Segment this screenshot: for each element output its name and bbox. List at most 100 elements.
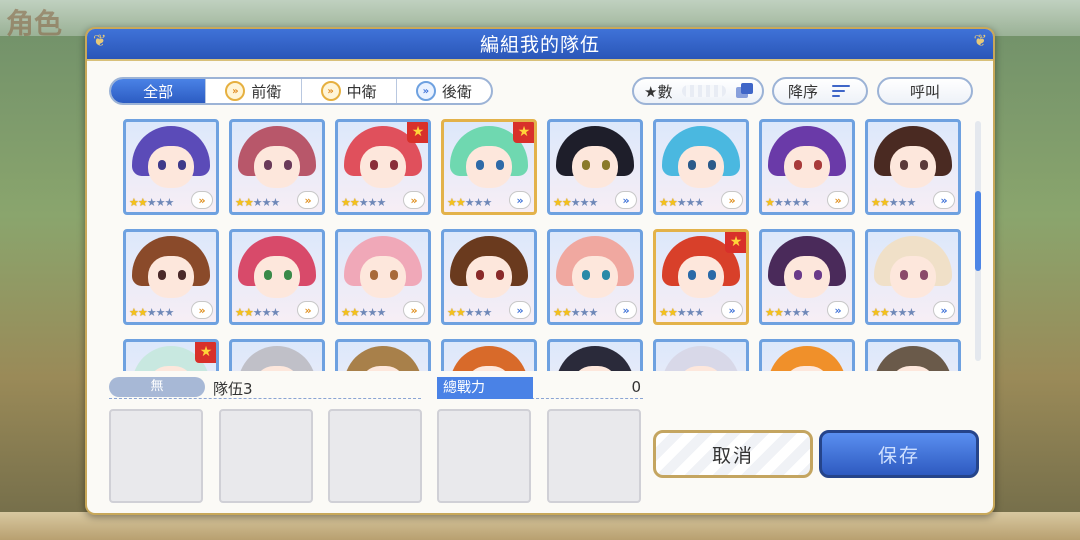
star-icon: ★ <box>553 196 563 209</box>
character-card[interactable]: ★★★★★» <box>335 339 431 371</box>
star-rating: ★★★★★ <box>341 196 386 209</box>
chevron-orange-icon: » <box>320 81 341 101</box>
sort-by-stars-button[interactable]: ★數 <box>632 77 764 105</box>
star-icon: ★ <box>659 306 669 319</box>
call-button[interactable]: 呼叫 <box>877 77 973 105</box>
rank-star-icon: ★ <box>725 232 746 253</box>
star-icon: ★ <box>782 306 793 319</box>
character-card[interactable]: ★★★★★» <box>653 119 749 215</box>
star-icon: ★ <box>358 196 369 209</box>
star-rating: ★★★★★ <box>553 306 598 319</box>
character-card[interactable]: ★★★★★» <box>123 229 219 325</box>
star-icon: ★ <box>871 196 881 209</box>
corner-ornament-icon: ❦ <box>93 31 107 50</box>
character-face <box>254 146 300 188</box>
character-eye <box>920 270 928 280</box>
character-list: ★★★★★» ★★★★★» ★★★★★» ★ ★★★★★» ★ ★★★★★» ★★★★★» ★★… <box>93 115 987 371</box>
star-rating: ★★★★★ <box>765 196 810 209</box>
character-eye <box>814 160 822 170</box>
character-card[interactable]: ★★★★★» <box>653 339 749 371</box>
sort-order-button[interactable]: 降序 <box>772 77 868 105</box>
tab-all[interactable]: 全部 <box>111 79 207 103</box>
character-card[interactable]: ★★★★★» <box>865 339 961 371</box>
chevron-orange-icon: » <box>827 191 849 209</box>
character-card[interactable]: ★★★★★» <box>547 229 643 325</box>
save-button[interactable]: 保存 <box>819 430 979 478</box>
character-face <box>572 146 618 188</box>
character-card[interactable]: ★★★★★»★ <box>441 119 537 215</box>
order-label: 降序 <box>788 82 819 101</box>
character-card[interactable]: ★★★★★» <box>335 229 431 325</box>
star-rating: ★★★★★ <box>659 196 704 209</box>
star-icon: ★ <box>879 306 890 319</box>
background-logo: 角色 <box>6 7 63 40</box>
star-icon: ★ <box>155 306 166 319</box>
star-icon: ★ <box>800 306 811 319</box>
star-icon: ★ <box>270 196 281 209</box>
team-slot[interactable] <box>437 409 531 503</box>
tab-label: 後衛 <box>441 82 472 101</box>
character-grid: ★★★★★» ★★★★★» ★★★★★» ★ ★★★★★» ★ ★★★★★» ★★★★★» ★★… <box>123 119 961 371</box>
character-card[interactable]: ★★★★★» <box>229 229 325 325</box>
character-card[interactable]: ★★★★★ » <box>441 229 537 325</box>
team-slot[interactable] <box>328 409 422 503</box>
character-card[interactable]: ★★★★★» <box>759 339 855 371</box>
character-card[interactable]: ★★★★★»★ <box>123 339 219 371</box>
star-icon: ★ <box>137 196 148 209</box>
character-eye <box>794 270 802 280</box>
character-card[interactable]: ★★★★★» <box>229 339 325 371</box>
star-icon: ★ <box>129 196 139 209</box>
character-card[interactable]: ★★★★★ » <box>759 119 855 215</box>
sort-pill-fill <box>682 85 726 97</box>
chevron-orange-icon: » <box>297 301 319 319</box>
character-card[interactable]: ★★★★★»★ <box>653 229 749 325</box>
chevron-blue-icon: » <box>415 81 436 101</box>
character-card[interactable]: ★★★★★» <box>123 119 219 215</box>
star-icon: ★ <box>676 196 687 209</box>
scrollbar-thumb[interactable] <box>975 191 981 271</box>
character-card[interactable]: ★★★★★» <box>865 119 961 215</box>
team-slot[interactable] <box>219 409 313 503</box>
tab-label: 全部 <box>143 82 174 101</box>
star-icon: ★ <box>570 196 581 209</box>
chevron-blue-icon: » <box>933 191 955 209</box>
character-card[interactable]: ★★★★★» <box>229 119 325 215</box>
tab-back[interactable]: » 後衛 <box>397 79 491 103</box>
team-slot[interactable] <box>109 409 203 503</box>
star-icon: ★ <box>588 196 599 209</box>
star-icon: ★ <box>235 196 245 209</box>
character-card[interactable]: ★★★★★» <box>865 229 961 325</box>
character-list-scrollbar[interactable] <box>975 121 981 361</box>
star-rating: ★★★★★ <box>129 196 175 209</box>
character-card[interactable]: ★★★★★» <box>547 339 643 371</box>
star-icon: ★ <box>464 196 475 209</box>
total-power-value: 0 <box>631 378 641 396</box>
star-icon: ★ <box>164 196 175 209</box>
character-card[interactable]: ★★★★★» <box>759 229 855 325</box>
star-rating: ★★★★★ <box>447 306 492 319</box>
tab-front[interactable]: » 前衛 <box>206 79 302 103</box>
copy-icon <box>736 83 754 99</box>
character-eye <box>370 270 378 280</box>
character-eye <box>370 160 378 170</box>
star-icon: ★ <box>341 306 351 319</box>
star-icon: ★ <box>455 196 466 209</box>
star-icon: ★ <box>579 196 590 209</box>
star-icon: ★ <box>261 306 272 319</box>
chevron-blue-icon: » <box>509 301 531 319</box>
star-icon: ★ <box>871 306 881 319</box>
star-icon: ★ <box>667 306 678 319</box>
star-icon: ★ <box>376 306 387 319</box>
star-icon: ★ <box>561 196 572 209</box>
tab-middle[interactable]: » 中衛 <box>302 79 397 103</box>
team-slot[interactable] <box>547 409 641 503</box>
character-card[interactable]: ★★★★★» <box>547 119 643 215</box>
chevron-blue-icon: » <box>827 301 849 319</box>
character-face <box>148 146 194 188</box>
role-filter-tabs: 全部 » 前衛 » 中衛 » 後衛 <box>109 77 493 105</box>
character-face <box>360 146 406 188</box>
character-card[interactable]: ★★★★★» <box>441 339 537 371</box>
cancel-button[interactable]: 取消 <box>653 430 813 478</box>
character-card[interactable]: ★★★★★»★ <box>335 119 431 215</box>
character-eye <box>390 270 398 280</box>
